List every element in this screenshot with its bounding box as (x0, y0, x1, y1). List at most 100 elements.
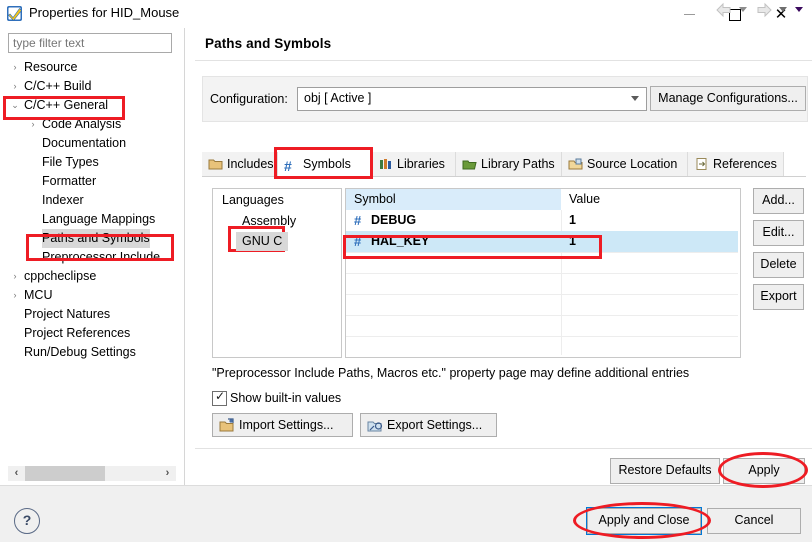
eclipse-check-icon (6, 5, 23, 22)
expand-chevron-icon[interactable]: › (26, 115, 40, 134)
sidebar-item-label: MCU (24, 288, 53, 302)
sidebar-item-label: C/C++ General (24, 98, 109, 112)
libraries-icon (378, 155, 393, 169)
languages-label: Languages (222, 193, 284, 207)
source-location-icon (568, 155, 583, 170)
export-button[interactable]: Export (753, 284, 804, 310)
tab-symbols[interactable]: # Symbols (278, 152, 372, 176)
restore-defaults-button[interactable]: Restore Defaults (610, 458, 720, 484)
manage-configurations-button[interactable]: Manage Configurations... (650, 86, 806, 111)
tab-label: Symbols (303, 157, 351, 171)
configuration-value: obj [ Active ] (304, 91, 372, 105)
edit-button[interactable]: Edit... (753, 220, 804, 246)
apply-button[interactable]: Apply (723, 458, 805, 484)
expand-chevron-icon[interactable]: › (8, 58, 22, 77)
import-icon (219, 418, 235, 433)
export-settings-button[interactable]: Export Settings... (360, 413, 497, 437)
sidebar-item-label: Language Mappings (42, 212, 156, 226)
tab-library-paths[interactable]: Library Paths (456, 152, 562, 176)
chevron-down-icon (631, 96, 639, 101)
column-header-value[interactable]: Value (561, 189, 738, 210)
sidebar-item-label: cppcheclipse (24, 269, 97, 283)
scrollbar-thumb[interactable] (25, 466, 105, 481)
check-icon: ✓ (215, 389, 226, 403)
tab-includes[interactable]: Includes (202, 152, 278, 176)
tab-label: Source Location (587, 157, 678, 171)
cancel-button[interactable]: Cancel (707, 508, 801, 534)
table-row[interactable]: # HAL_KEY 1 (346, 231, 738, 252)
symbol-value: 1 (569, 213, 576, 227)
title-divider (195, 60, 812, 61)
expand-chevron-icon[interactable]: › (8, 267, 22, 286)
tab-references[interactable]: References (688, 152, 784, 176)
library-paths-icon (462, 155, 477, 170)
symbols-table-header: Symbol Value (346, 189, 738, 210)
sidebar-item-label: Paths and Symbols (42, 229, 150, 248)
expand-chevron-icon[interactable]: ⌄ (8, 96, 22, 115)
table-row-empty[interactable] (346, 252, 738, 273)
hash-icon: # (354, 213, 362, 228)
view-menu-chevron-down-icon[interactable] (795, 7, 803, 12)
forward-arrow-icon[interactable] (754, 0, 774, 20)
add-button[interactable]: Add... (753, 188, 804, 214)
window-title-bar: Properties for HID_Mouse ✕ (0, 0, 812, 28)
tab-label: Library Paths (481, 157, 555, 171)
tree-horizontal-scrollbar[interactable]: ‹ › (8, 466, 176, 481)
footer-divider (195, 448, 812, 449)
table-row-empty[interactable] (346, 273, 738, 294)
back-menu-chevron-down-icon[interactable] (739, 7, 747, 12)
tab-libraries[interactable]: Libraries (372, 152, 456, 176)
sidebar-item-label: Project Natures (24, 307, 111, 321)
symbols-table[interactable]: Symbol Value # DEBUG 1 # HAL_KEY 1 (345, 188, 741, 358)
forward-menu-chevron-down-icon[interactable] (779, 7, 787, 12)
sidebar-item-label: Run/Debug Settings (24, 345, 136, 359)
symbol-name: HAL_KEY (371, 234, 430, 248)
delete-button[interactable]: Delete (753, 252, 804, 278)
tab-source-location[interactable]: Source Location (562, 152, 688, 176)
configuration-dropdown[interactable]: obj [ Active ] (297, 87, 647, 111)
table-row-empty[interactable] (346, 294, 738, 315)
tab-strip[interactable]: Includes # Symbols Libraries Library Paths So… (202, 152, 806, 177)
settings-tree[interactable]: › Resource › C/C++ Build ⌄ C/C++ General › Code… (0, 58, 184, 443)
back-arrow-icon[interactable] (714, 0, 734, 20)
sidebar-item-label: Indexer (42, 193, 84, 207)
sidebar-item-label: File Types (42, 155, 99, 169)
column-header-symbol[interactable]: Symbol (346, 189, 561, 210)
sidebar-item-label: Preprocessor Include (42, 250, 161, 264)
sidebar-item-label: C/C++ Build (24, 79, 92, 93)
language-item-gnu-c[interactable]: GNU C (236, 232, 289, 251)
scroll-right-icon[interactable]: › (159, 466, 176, 481)
scroll-left-icon[interactable]: ‹ (8, 466, 25, 481)
table-row-empty[interactable] (346, 336, 738, 357)
table-row-empty[interactable] (346, 315, 738, 336)
tab-label: References (713, 157, 777, 171)
expand-chevron-icon[interactable]: › (8, 77, 22, 96)
hash-icon: # (354, 234, 362, 249)
tab-label: Includes (227, 157, 274, 171)
sidebar-item-label: Documentation (42, 136, 127, 150)
tab-label: Libraries (397, 157, 445, 171)
export-settings-label: Export Settings... (387, 418, 483, 432)
symbol-value: 1 (569, 234, 576, 248)
show-builtin-values-label: Show built-in values (230, 391, 342, 405)
help-icon[interactable]: ? (14, 508, 40, 534)
sidebar-item-label: Project References (24, 326, 131, 340)
import-settings-button[interactable]: Import Settings... (212, 413, 353, 437)
includes-folder-icon (208, 155, 223, 170)
checkbox-box[interactable]: ✓ (212, 389, 227, 406)
preprocessor-note: "Preprocessor Include Paths, Macros etc.… (212, 366, 690, 380)
apply-and-close-button[interactable]: Apply and Close (586, 507, 702, 535)
hash-icon: # (284, 158, 292, 174)
table-row[interactable]: # DEBUG 1 (346, 210, 738, 231)
export-icon (367, 418, 383, 433)
minimize-icon[interactable] (666, 0, 712, 28)
sidebar-item-label: Formatter (42, 174, 97, 188)
import-settings-label: Import Settings... (239, 418, 334, 432)
page-title: Paths and Symbols (205, 36, 332, 51)
language-item-assembly[interactable]: Assembly (236, 212, 302, 231)
expand-chevron-icon[interactable]: › (8, 286, 22, 305)
sidebar-item-label: Resource (24, 60, 78, 74)
filter-input[interactable]: type filter text (8, 33, 172, 53)
references-icon (694, 155, 709, 170)
configuration-label: Configuration: (210, 92, 288, 106)
